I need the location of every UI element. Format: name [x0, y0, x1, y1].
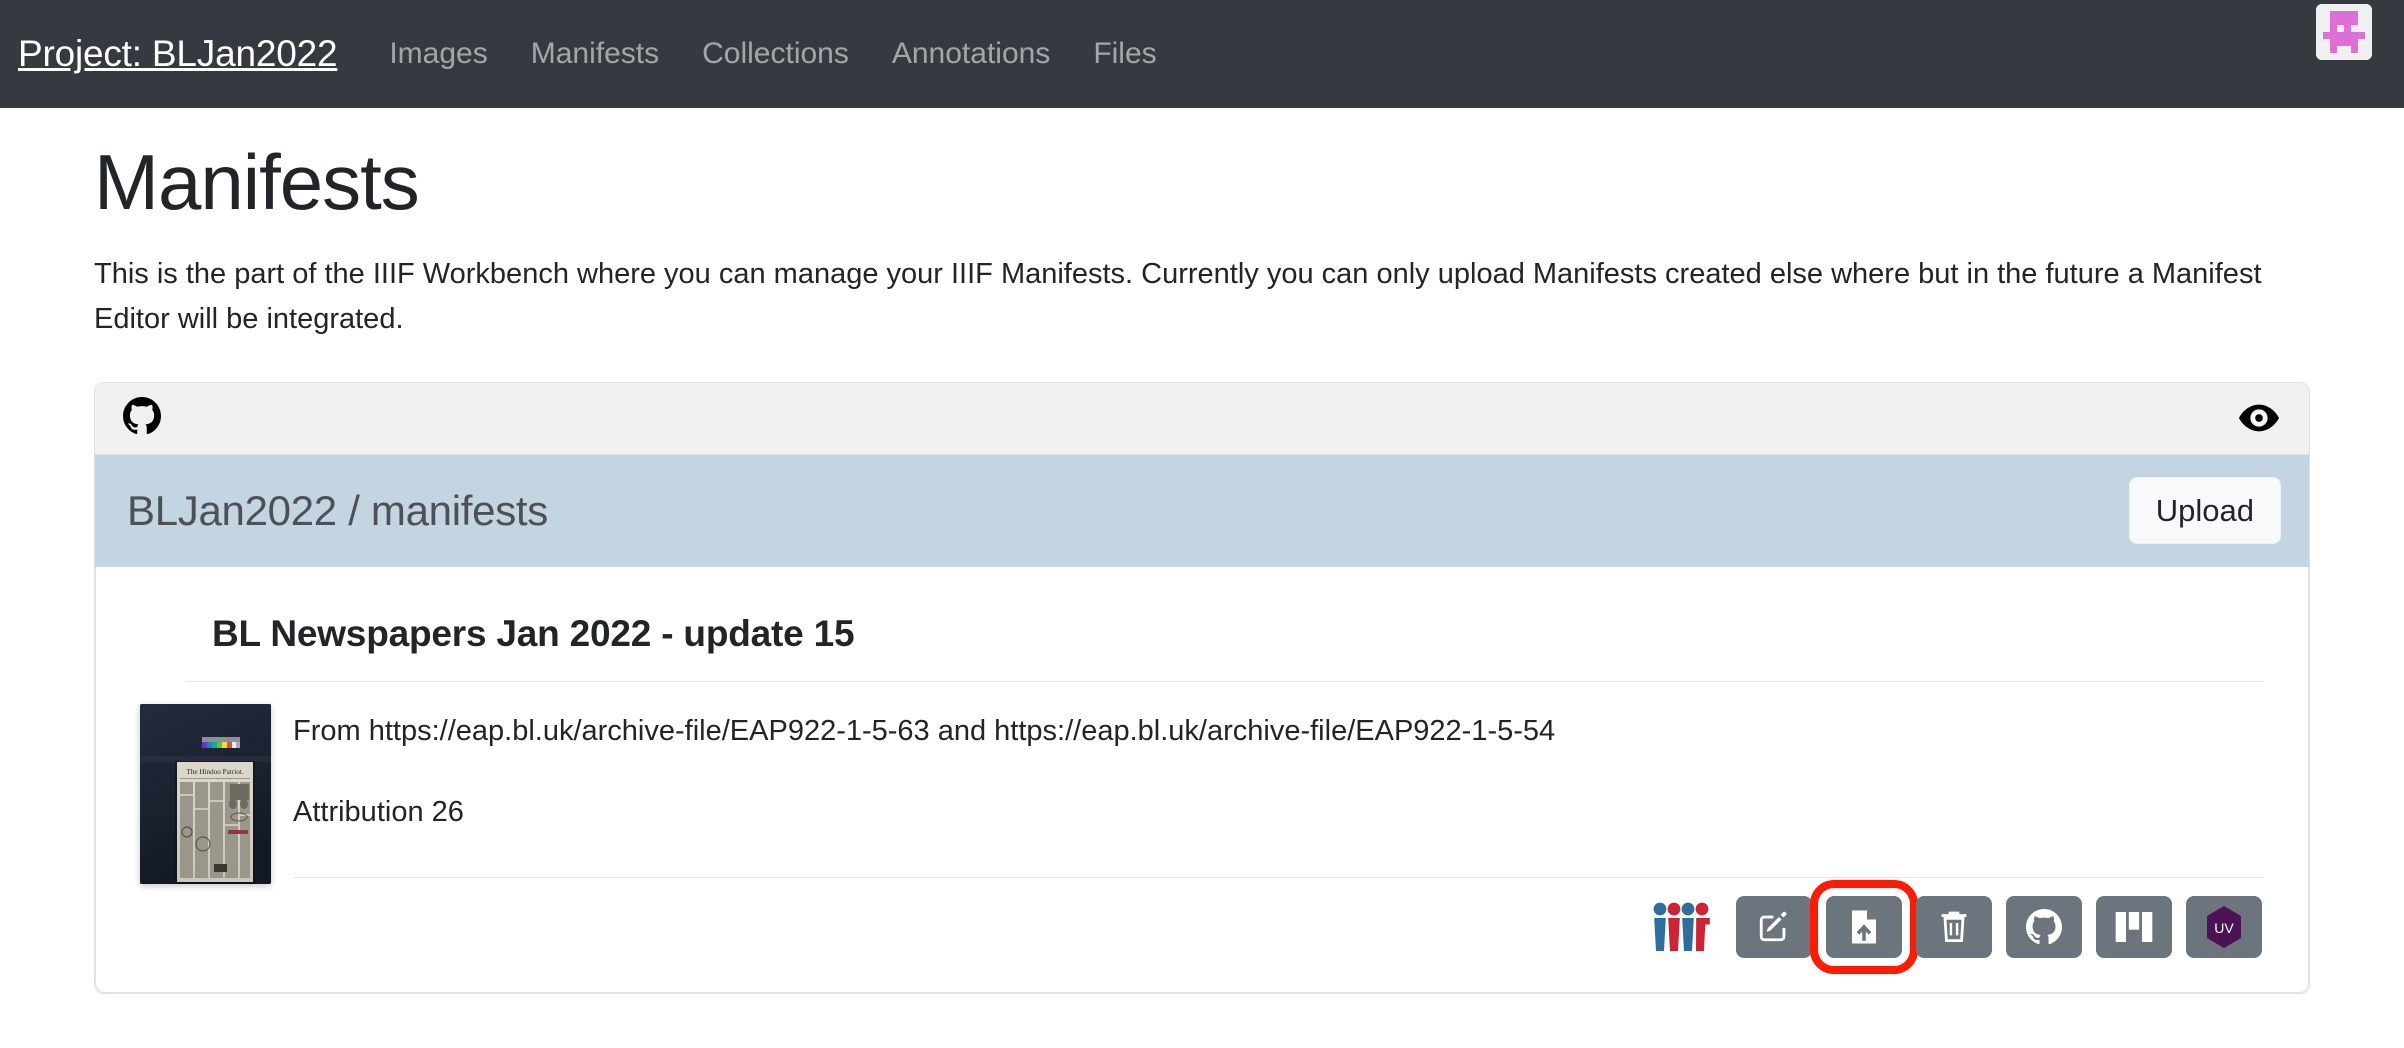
- top-navbar: Project: BLJan2022 Images Manifests Coll…: [0, 0, 2404, 108]
- nav-link-annotations[interactable]: Annotations: [892, 37, 1050, 71]
- repository-card: BLJan2022 / manifests Upload BL Newspape…: [94, 381, 2310, 994]
- repository-path: BLJan2022 / manifests: [127, 486, 548, 534]
- upload-button[interactable]: Upload: [2128, 477, 2281, 545]
- github-icon: [123, 396, 161, 440]
- eye-icon[interactable]: [2239, 403, 2279, 433]
- github-manifest-button[interactable]: [2006, 895, 2082, 958]
- manifest-attribution-line: Attribution 26: [293, 796, 464, 829]
- upload-manifest-button[interactable]: [1810, 879, 1918, 974]
- iiif-logo-icon: [1650, 899, 1712, 955]
- svg-text:The Hindoo Patriot.: The Hindoo Patriot.: [186, 768, 243, 776]
- delete-manifest-button[interactable]: [1916, 895, 1992, 958]
- manifest-thumbnail[interactable]: The Hindoo Patriot.: [140, 703, 271, 884]
- page-content: Manifests This is the part of the IIIF W…: [0, 138, 2404, 994]
- manifest-title: BL Newspapers Jan 2022 - update 15: [212, 612, 855, 654]
- repository-path-bar: BLJan2022 / manifests Upload: [95, 454, 2309, 567]
- manifest-body: The Hindoo Patriot. From https://eap.bl.…: [140, 682, 2264, 974]
- project-brand-link[interactable]: Project: BLJan2022: [18, 33, 338, 75]
- edit-manifest-button[interactable]: [1736, 895, 1812, 958]
- nav-link-collections[interactable]: Collections: [702, 37, 849, 71]
- mirador-viewer-button[interactable]: [2096, 895, 2172, 958]
- manifest-list-item: BL Newspapers Jan 2022 - update 15 The H…: [95, 566, 2309, 993]
- manifest-source-line: From https://eap.bl.uk/archive-file/EAP9…: [293, 714, 1556, 747]
- nav-link-images[interactable]: Images: [389, 37, 487, 71]
- main-nav: Images Manifests Collections Annotations…: [389, 37, 1156, 71]
- nav-link-files[interactable]: Files: [1093, 37, 1156, 71]
- page-title: Manifests: [94, 138, 420, 226]
- manifest-action-bar: UV: [293, 879, 2264, 974]
- metadata-divider: [293, 876, 2264, 878]
- avatar-menu[interactable]: [2316, 4, 2372, 60]
- page-intro-text: This is the part of the IIIF Workbench w…: [94, 257, 2262, 335]
- nav-link-manifests[interactable]: Manifests: [531, 37, 659, 71]
- avatar[interactable]: [2316, 4, 2372, 60]
- manifest-metadata: From https://eap.bl.uk/archive-file/EAP9…: [293, 704, 2264, 974]
- universal-viewer-button[interactable]: UV: [2186, 895, 2262, 958]
- repository-card-header: [95, 382, 2309, 455]
- svg-text:UV: UV: [2214, 920, 2234, 936]
